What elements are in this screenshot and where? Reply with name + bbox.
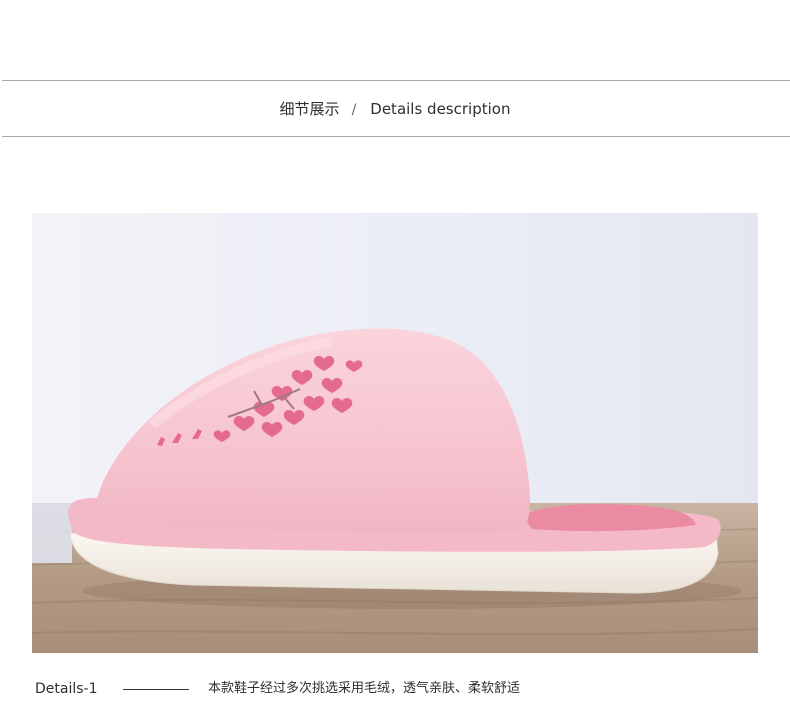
top-divider	[2, 80, 790, 81]
bottom-divider	[2, 136, 790, 137]
slipper-illustration	[32, 213, 758, 653]
detail-label: Details-1	[35, 681, 98, 697]
section-title-english: Details description	[370, 100, 511, 118]
section-title-chinese: 细节展示	[279, 100, 340, 118]
product-detail-page: 细节展示 / Details description Details-1 本款鞋…	[0, 0, 790, 711]
product-photo	[32, 213, 758, 653]
left-object	[32, 503, 72, 563]
title-separator: /	[351, 102, 357, 118]
caption-divider-line	[123, 689, 189, 690]
detail-description: 本款鞋子经过多次挑选采用毛绒，透气亲肤、柔软舒适	[208, 681, 521, 696]
section-header: 细节展示 / Details description	[0, 97, 790, 121]
